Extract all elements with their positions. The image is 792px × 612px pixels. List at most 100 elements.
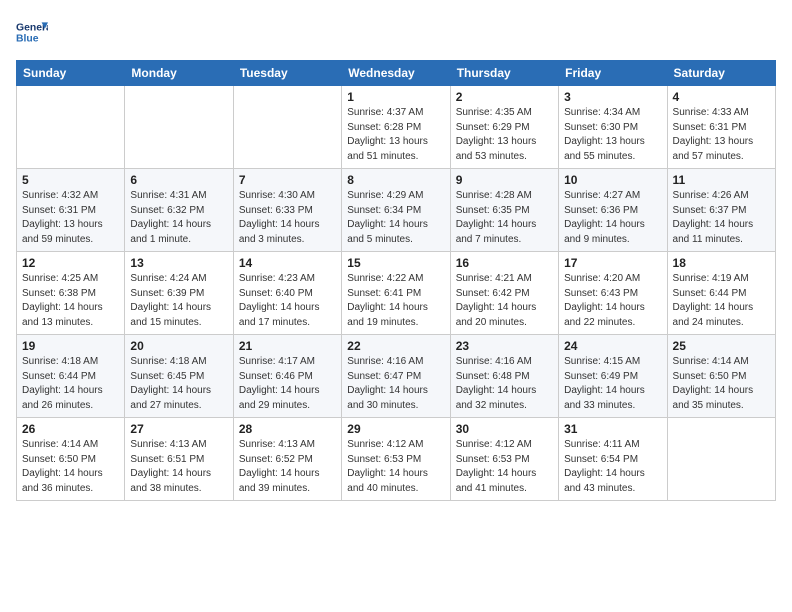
day-info: Sunrise: 4:23 AMSunset: 6:40 PMDaylight:…	[239, 272, 336, 330]
day-info: Sunrise: 4:17 AMSunset: 6:46 PMDaylight:…	[239, 355, 336, 413]
day-info: Sunrise: 4:25 AMSunset: 6:38 PMDaylight:…	[22, 272, 119, 330]
calendar-day-1: 1Sunrise: 4:37 AMSunset: 6:28 PMDaylight…	[342, 86, 450, 169]
day-number: 9	[456, 173, 553, 187]
svg-text:Blue: Blue	[16, 34, 39, 45]
calendar-day-31: 31Sunrise: 4:11 AMSunset: 6:54 PMDayligh…	[559, 418, 667, 501]
calendar-day-20: 20Sunrise: 4:18 AMSunset: 6:45 PMDayligh…	[125, 335, 233, 418]
day-number: 14	[239, 256, 336, 270]
day-number: 23	[456, 339, 553, 353]
calendar-day-23: 23 Sunrise: 4:16 AMSunset: 6:48 PMDayligh…	[450, 335, 558, 418]
day-number: 10	[564, 173, 661, 187]
calendar-day-11: 11 Sunrise: 4:26 AMSunset: 6:37 PMDayligh…	[667, 169, 775, 252]
calendar-table: SundayMondayTuesdayWednesdayThursdayFrid…	[16, 60, 776, 501]
calendar-empty-cell	[125, 86, 233, 169]
day-info: Sunrise: 4:16 AMSunset: 6:48 PMDaylight:…	[456, 355, 553, 413]
day-info: Sunrise: 4:13 AMSunset: 6:52 PMDaylight:…	[239, 438, 336, 496]
day-info: Sunrise: 4:26 AMSunset: 6:37 PMDaylight:…	[673, 189, 770, 247]
page-header: General Blue	[16, 16, 776, 48]
calendar-day-21: 21 Sunrise: 4:17 AMSunset: 6:46 PMDayligh…	[233, 335, 341, 418]
calendar-day-3: 3 Sunrise: 4:34 AMSunset: 6:30 PMDaylight…	[559, 86, 667, 169]
day-info: Sunrise: 4:28 AMSunset: 6:35 PMDaylight:…	[456, 189, 553, 247]
calendar-empty-cell	[17, 86, 125, 169]
calendar-day-18: 18 Sunrise: 4:19 AMSunset: 6:44 PMDayligh…	[667, 252, 775, 335]
day-info: Sunrise: 4:24 AMSunset: 6:39 PMDaylight:…	[130, 272, 227, 330]
day-info: Sunrise: 4:16 AMSunset: 6:47 PMDaylight:…	[347, 355, 444, 413]
calendar-day-24: 24 Sunrise: 4:15 AMSunset: 6:49 PMDayligh…	[559, 335, 667, 418]
day-number: 22	[347, 339, 444, 353]
calendar-week-row: 12 Sunrise: 4:25 AMSunset: 6:38 PMDayligh…	[17, 252, 776, 335]
day-number: 16	[456, 256, 553, 270]
calendar-empty-cell	[233, 86, 341, 169]
day-number: 7	[239, 173, 336, 187]
day-number: 2	[456, 90, 553, 104]
calendar-day-4: 4 Sunrise: 4:33 AMSunset: 6:31 PMDaylight…	[667, 86, 775, 169]
day-info: Sunrise: 4:18 AMSunset: 6:45 PMDaylight:…	[130, 355, 227, 413]
day-number: 5	[22, 173, 119, 187]
day-number: 30	[456, 422, 553, 436]
day-info: Sunrise: 4:13 AMSunset: 6:51 PMDaylight:…	[130, 438, 227, 496]
day-info: Sunrise: 4:18 AMSunset: 6:44 PMDaylight:…	[22, 355, 119, 413]
day-info: Sunrise: 4:30 AMSunset: 6:33 PMDaylight:…	[239, 189, 336, 247]
weekday-header-friday: Friday	[559, 61, 667, 86]
calendar-day-28: 28 Sunrise: 4:13 AMSunset: 6:52 PMDayligh…	[233, 418, 341, 501]
calendar-day-25: 25 Sunrise: 4:14 AMSunset: 6:50 PMDayligh…	[667, 335, 775, 418]
day-number: 12	[22, 256, 119, 270]
day-number: 19	[22, 339, 119, 353]
calendar-day-8: 8 Sunrise: 4:29 AMSunset: 6:34 PMDaylight…	[342, 169, 450, 252]
day-info: Sunrise: 4:12 AMSunset: 6:53 PMDaylight:…	[347, 438, 444, 496]
calendar-day-9: 9 Sunrise: 4:28 AMSunset: 6:35 PMDaylight…	[450, 169, 558, 252]
logo: General Blue	[16, 16, 50, 48]
day-number: 21	[239, 339, 336, 353]
day-info: Sunrise: 4:20 AMSunset: 6:43 PMDaylight:…	[564, 272, 661, 330]
day-number: 6	[130, 173, 227, 187]
day-number: 26	[22, 422, 119, 436]
day-number: 27	[130, 422, 227, 436]
day-info: Sunrise: 4:12 AMSunset: 6:53 PMDaylight:…	[456, 438, 553, 496]
weekday-header-saturday: Saturday	[667, 61, 775, 86]
day-info: Sunrise: 4:34 AMSunset: 6:30 PMDaylight:…	[564, 106, 661, 164]
day-number: 13	[130, 256, 227, 270]
calendar-day-17: 17 Sunrise: 4:20 AMSunset: 6:43 PMDayligh…	[559, 252, 667, 335]
day-number: 11	[673, 173, 770, 187]
day-number: 8	[347, 173, 444, 187]
weekday-header-wednesday: Wednesday	[342, 61, 450, 86]
day-number: 28	[239, 422, 336, 436]
calendar-day-16: 16Sunrise: 4:21 AMSunset: 6:42 PMDayligh…	[450, 252, 558, 335]
day-number: 4	[673, 90, 770, 104]
day-info: Sunrise: 4:14 AMSunset: 6:50 PMDaylight:…	[673, 355, 770, 413]
logo-icon: General Blue	[16, 16, 48, 48]
day-number: 24	[564, 339, 661, 353]
day-info: Sunrise: 4:33 AMSunset: 6:31 PMDaylight:…	[673, 106, 770, 164]
day-info: Sunrise: 4:15 AMSunset: 6:49 PMDaylight:…	[564, 355, 661, 413]
weekday-header-thursday: Thursday	[450, 61, 558, 86]
day-info: Sunrise: 4:31 AMSunset: 6:32 PMDaylight:…	[130, 189, 227, 247]
day-info: Sunrise: 4:19 AMSunset: 6:44 PMDaylight:…	[673, 272, 770, 330]
day-number: 25	[673, 339, 770, 353]
calendar-day-12: 12 Sunrise: 4:25 AMSunset: 6:38 PMDayligh…	[17, 252, 125, 335]
calendar-day-10: 10 Sunrise: 4:27 AMSunset: 6:36 PMDayligh…	[559, 169, 667, 252]
day-number: 3	[564, 90, 661, 104]
day-number: 31	[564, 422, 661, 436]
calendar-week-row: 5 Sunrise: 4:32 AMSunset: 6:31 PMDaylight…	[17, 169, 776, 252]
day-info: Sunrise: 4:27 AMSunset: 6:36 PMDaylight:…	[564, 189, 661, 247]
calendar-day-13: 13 Sunrise: 4:24 AMSunset: 6:39 PMDayligh…	[125, 252, 233, 335]
day-number: 1	[347, 90, 444, 104]
calendar-day-6: 6 Sunrise: 4:31 AMSunset: 6:32 PMDaylight…	[125, 169, 233, 252]
day-number: 18	[673, 256, 770, 270]
calendar-empty-cell	[667, 418, 775, 501]
weekday-header-tuesday: Tuesday	[233, 61, 341, 86]
calendar-week-row: 1Sunrise: 4:37 AMSunset: 6:28 PMDaylight…	[17, 86, 776, 169]
day-info: Sunrise: 4:32 AMSunset: 6:31 PMDaylight:…	[22, 189, 119, 247]
day-info: Sunrise: 4:22 AMSunset: 6:41 PMDaylight:…	[347, 272, 444, 330]
day-number: 17	[564, 256, 661, 270]
weekday-header-monday: Monday	[125, 61, 233, 86]
calendar-day-22: 22 Sunrise: 4:16 AMSunset: 6:47 PMDayligh…	[342, 335, 450, 418]
calendar-day-27: 27 Sunrise: 4:13 AMSunset: 6:51 PMDayligh…	[125, 418, 233, 501]
calendar-day-19: 19 Sunrise: 4:18 AMSunset: 6:44 PMDayligh…	[17, 335, 125, 418]
day-info: Sunrise: 4:14 AMSunset: 6:50 PMDaylight:…	[22, 438, 119, 496]
calendar-week-row: 19 Sunrise: 4:18 AMSunset: 6:44 PMDayligh…	[17, 335, 776, 418]
calendar-day-29: 29Sunrise: 4:12 AMSunset: 6:53 PMDayligh…	[342, 418, 450, 501]
day-info: Sunrise: 4:29 AMSunset: 6:34 PMDaylight:…	[347, 189, 444, 247]
calendar-day-2: 2Sunrise: 4:35 AMSunset: 6:29 PMDaylight…	[450, 86, 558, 169]
weekday-header-sunday: Sunday	[17, 61, 125, 86]
